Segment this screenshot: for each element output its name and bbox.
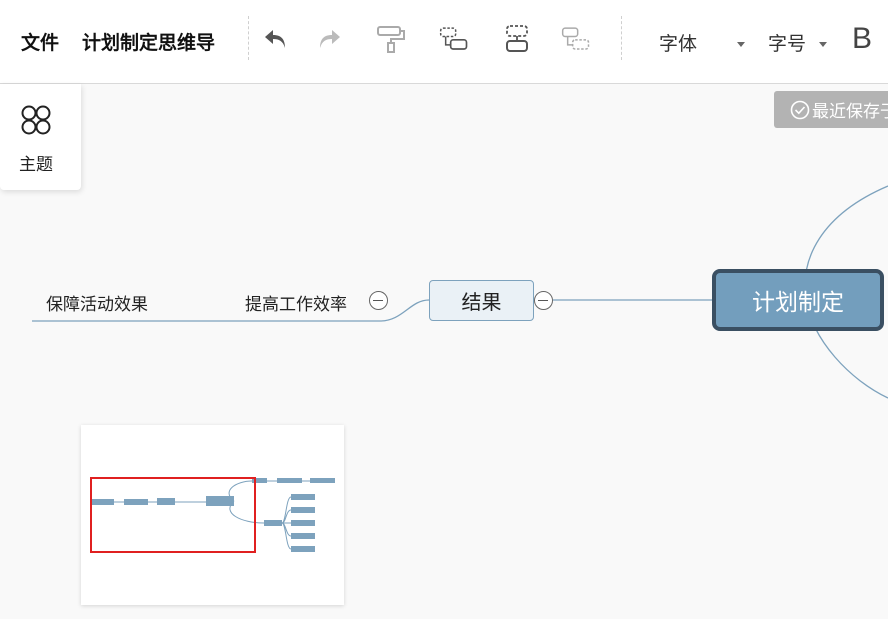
minimap-viewport[interactable] — [90, 477, 256, 553]
collapse-child-icon[interactable] — [369, 291, 388, 310]
collapse-branch-icon[interactable] — [534, 291, 553, 310]
minimap[interactable] — [81, 425, 344, 605]
branch-node[interactable]: 结果 — [429, 280, 534, 321]
grandchild-node[interactable]: 保障活动效果 — [46, 290, 148, 315]
child-node[interactable]: 提高工作效率 — [245, 290, 347, 315]
root-node[interactable]: 计划制定 — [712, 269, 884, 331]
